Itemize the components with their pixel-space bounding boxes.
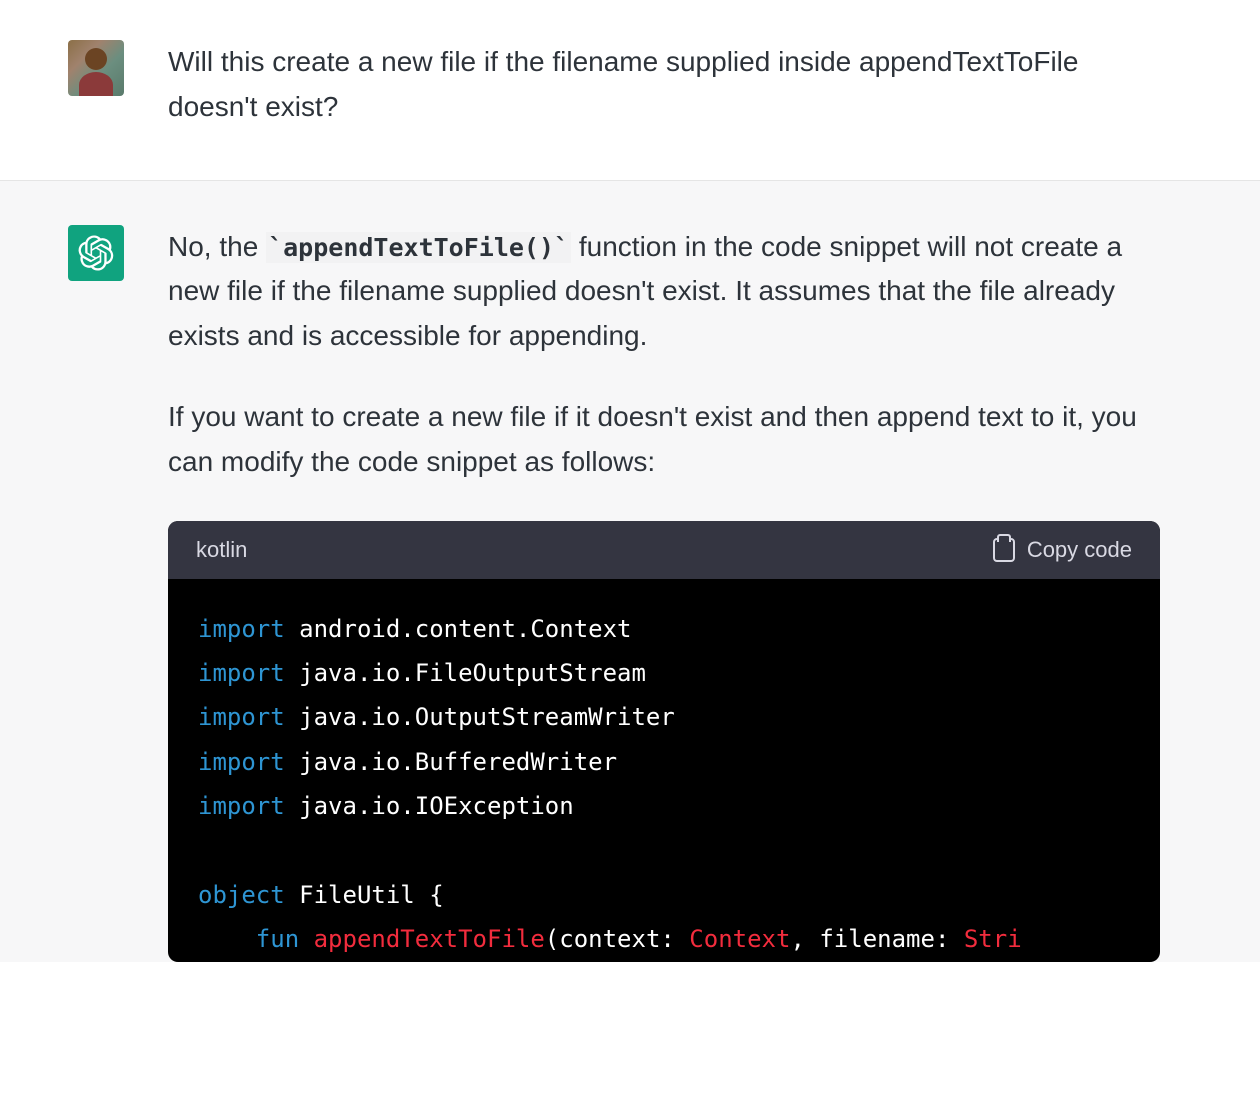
token-pkg: android.content.Context	[285, 615, 632, 643]
code-block: kotlin Copy code import android.content.…	[168, 521, 1160, 962]
user-message-row: Will this create a new file if the filen…	[0, 0, 1260, 180]
user-content: Will this create a new file if the filen…	[148, 40, 1160, 130]
assistant-content: No, the `appendTextToFile()` function in…	[148, 225, 1160, 962]
token-pkg: java.io.IOException	[285, 792, 574, 820]
assistant-paragraph-2: If you want to create a new file if it d…	[168, 395, 1160, 485]
token-sep: , filename:	[790, 925, 963, 953]
code-language-label: kotlin	[196, 537, 247, 563]
clipboard-icon	[993, 538, 1015, 562]
copy-code-label: Copy code	[1027, 537, 1132, 563]
token-object: object	[198, 881, 285, 909]
copy-code-button[interactable]: Copy code	[993, 537, 1132, 563]
user-avatar	[68, 40, 124, 96]
token-fun: fun	[256, 925, 299, 953]
token-paren: (context:	[545, 925, 690, 953]
token-fun-name: appendTextToFile	[314, 925, 545, 953]
openai-logo-icon	[78, 235, 114, 271]
token-import: import	[198, 792, 285, 820]
avatar-column	[68, 40, 124, 130]
avatar-column	[68, 225, 124, 962]
token-pkg: java.io.FileOutputStream	[285, 659, 646, 687]
p1-pre: No, the	[168, 231, 266, 262]
inline-code: `appendTextToFile()`	[266, 232, 571, 263]
token-pkg: java.io.OutputStreamWriter	[285, 703, 675, 731]
code-content[interactable]: import android.content.Context import ja…	[168, 579, 1160, 962]
token-import: import	[198, 615, 285, 643]
assistant-message-row: No, the `appendTextToFile()` function in…	[0, 180, 1260, 962]
assistant-paragraph-1: No, the `appendTextToFile()` function in…	[168, 225, 1160, 359]
token-type: Context	[689, 925, 790, 953]
code-header: kotlin Copy code	[168, 521, 1160, 579]
user-message-text: Will this create a new file if the filen…	[168, 40, 1160, 130]
token-import: import	[198, 659, 285, 687]
token-import: import	[198, 703, 285, 731]
assistant-avatar	[68, 225, 124, 281]
token-type: Stri	[964, 925, 1022, 953]
token-pkg: java.io.BufferedWriter	[285, 748, 617, 776]
token-import: import	[198, 748, 285, 776]
token-object-name: FileUtil {	[285, 881, 444, 909]
